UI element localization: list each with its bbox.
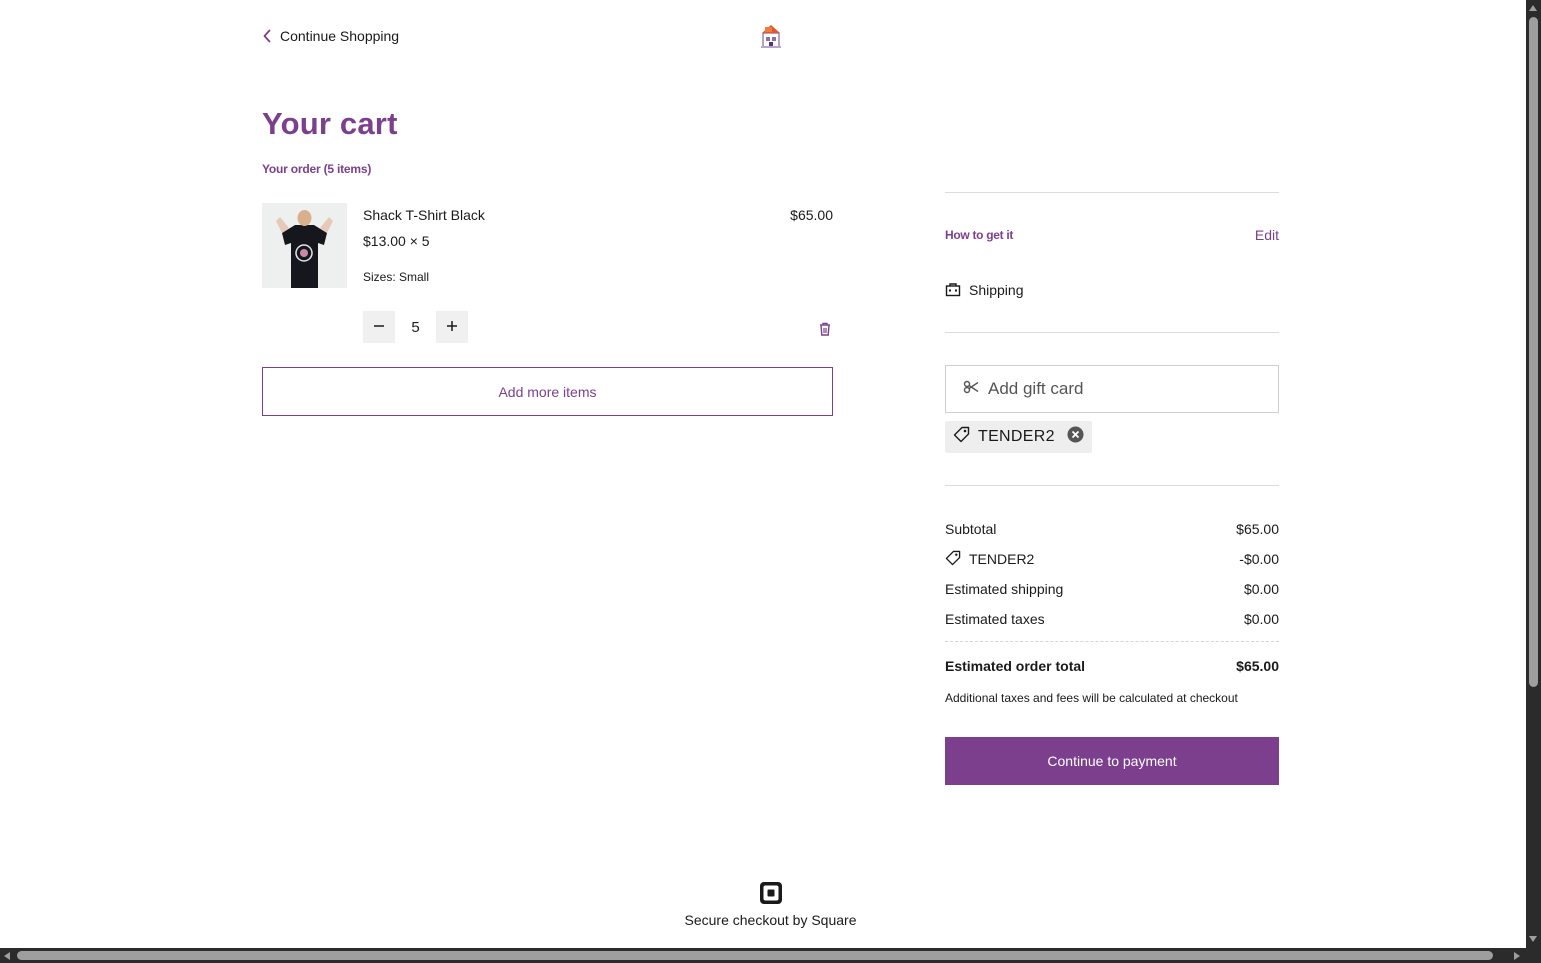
continue-shopping-link[interactable]: Continue Shopping: [262, 26, 399, 46]
product-image[interactable]: [262, 203, 347, 288]
decrease-quantity-button[interactable]: [363, 311, 395, 343]
fulfillment-method: Shipping: [945, 280, 1024, 300]
dashed-divider: [945, 641, 1279, 642]
store-logo[interactable]: [759, 23, 783, 49]
add-more-items-button[interactable]: Add more items: [262, 367, 833, 416]
scroll-left-arrow-icon[interactable]: [4, 952, 10, 960]
shipping-cost-label: Estimated shipping: [945, 581, 1064, 597]
divider: [945, 332, 1279, 333]
applied-promo-code: TENDER2: [978, 428, 1055, 445]
discount-label: TENDER2: [969, 551, 1035, 567]
subtotal-row: Subtotal $65.00: [945, 519, 1279, 539]
remove-item-button[interactable]: [816, 320, 834, 338]
order-count: Your order (5 items): [262, 162, 372, 176]
scroll-up-arrow-icon[interactable]: [1529, 5, 1537, 11]
edit-fulfillment-link[interactable]: Edit: [1255, 227, 1279, 243]
scroll-down-arrow-icon[interactable]: [1529, 936, 1537, 942]
secure-checkout-text: Secure checkout by Square: [684, 912, 857, 928]
gift-card-icon: [962, 379, 980, 399]
shipping-cost-row: Estimated shipping $0.00: [945, 579, 1279, 599]
order-total-value: $65.00: [1236, 658, 1279, 674]
shop-bag-icon: [945, 281, 961, 300]
continue-to-payment-button[interactable]: Continue to payment: [945, 737, 1279, 785]
plus-icon: [446, 320, 458, 335]
discount-row: TENDER2 -$0.00: [945, 549, 1279, 569]
discount-value: -$0.00: [1239, 551, 1279, 567]
horizontal-scroll-thumb[interactable]: [17, 951, 1493, 960]
add-gift-card-label: Add gift card: [988, 379, 1084, 398]
item-unit-price: $13.00 × 5: [363, 233, 430, 249]
vertical-scroll-thumb[interactable]: [1529, 17, 1538, 687]
order-total-label: Estimated order total: [945, 658, 1086, 674]
discount-label-group: TENDER2: [945, 550, 1034, 569]
vertical-scrollbar[interactable]: [1526, 0, 1541, 948]
increase-quantity-button[interactable]: [436, 311, 468, 343]
divider: [945, 485, 1279, 486]
scroll-right-arrow-icon[interactable]: [1514, 952, 1520, 960]
minus-icon: [373, 320, 385, 335]
add-gift-card-button[interactable]: Add gift card: [945, 365, 1279, 413]
square-logo-icon: [759, 881, 783, 905]
checkout-page: Continue Shopping Your cart Your order (…: [0, 0, 1526, 948]
fulfillment-method-label: Shipping: [969, 282, 1024, 298]
chevron-left-icon: [262, 29, 272, 43]
item-name[interactable]: Shack T-Shirt Black: [363, 207, 485, 223]
divider: [945, 192, 1279, 193]
item-line-total: $65.00: [790, 207, 833, 223]
horizontal-scrollbar[interactable]: [0, 948, 1541, 963]
tax-note: Additional taxes and fees will be calcul…: [945, 691, 1238, 705]
shipping-cost-value: $0.00: [1243, 581, 1279, 597]
tag-icon: [953, 426, 970, 448]
how-to-get-it-label: How to get it: [945, 228, 1014, 242]
order-total-row: Estimated order total $65.00: [945, 656, 1279, 676]
quantity-value[interactable]: 5: [399, 311, 432, 343]
close-circle-icon: [1067, 426, 1084, 448]
continue-shopping-label: Continue Shopping: [280, 28, 400, 44]
taxes-value: $0.00: [1243, 611, 1279, 627]
tag-icon: [945, 550, 961, 569]
trash-icon: [816, 322, 834, 342]
taxes-row: Estimated taxes $0.00: [945, 609, 1279, 629]
item-size-option: Sizes: Small: [363, 270, 430, 284]
remove-promo-button[interactable]: [1067, 426, 1084, 448]
subtotal-label: Subtotal: [945, 521, 997, 537]
page-title: Your cart: [262, 106, 398, 141]
subtotal-value: $65.00: [1236, 521, 1279, 537]
applied-promo-chip: TENDER2: [945, 421, 1092, 453]
taxes-label: Estimated taxes: [945, 611, 1045, 627]
